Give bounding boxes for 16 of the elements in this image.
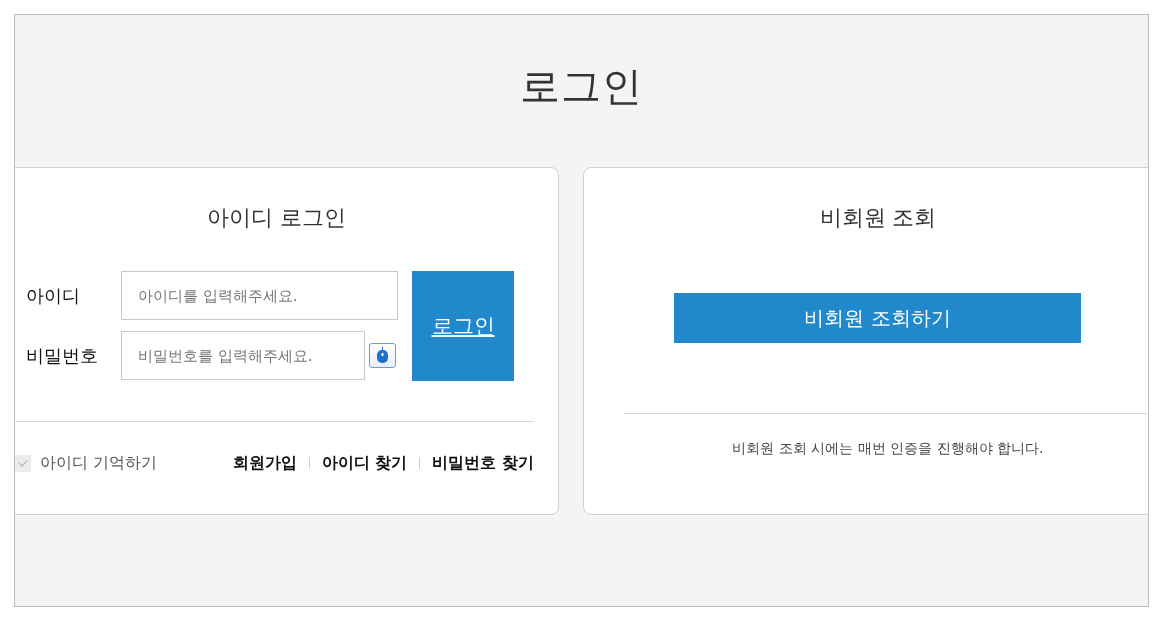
checkbox-label: 아이디 기억하기 (40, 452, 158, 474)
page-title: 로그인 (519, 62, 644, 111)
checkbox[interactable] (15, 454, 31, 472)
link[interactable]: 비밀번호 찾기 (432, 452, 534, 474)
card-title: 비회원 조회 (818, 204, 938, 232)
id-field[interactable]: 아이디를 입력해주세요. (121, 271, 398, 320)
card-title: 아이디 로그인 (206, 204, 347, 232)
field-label: 비밀번호 (26, 343, 99, 368)
link[interactable]: 회원가입 (232, 452, 297, 474)
guest-lookup-button[interactable]: 비회원 조회하기 (674, 293, 1081, 343)
mouse-icon[interactable] (369, 343, 396, 368)
notice-text: 비회원 조회 시에는 매번 인증을 진행해야 합니다. (731, 440, 1045, 458)
login-button[interactable]: 로그인 (412, 271, 514, 381)
password-field[interactable]: 비밀번호를 입력해주세요. (121, 331, 365, 380)
link[interactable]: 아이디 찾기 (321, 452, 408, 474)
field-label: 아이디 (26, 283, 81, 308)
